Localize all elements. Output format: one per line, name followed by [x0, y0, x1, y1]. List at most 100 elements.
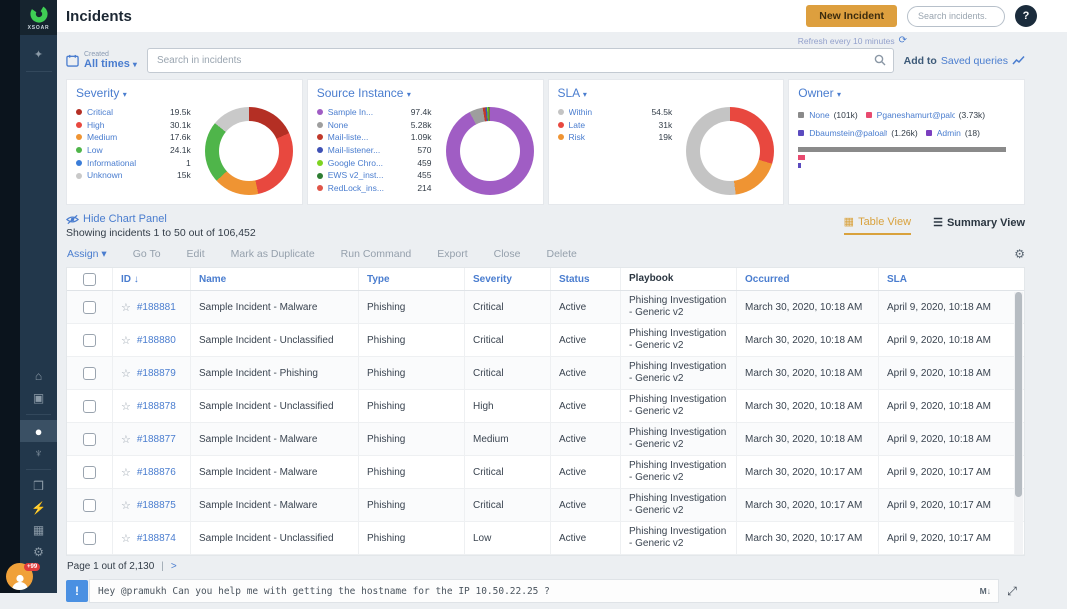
sla-donut[interactable] [686, 107, 774, 195]
severity-chart-title[interactable]: Severity ▾ [76, 86, 293, 100]
help-button[interactable]: ? [1015, 5, 1037, 27]
legend-item[interactable]: Sample In...97.4k [317, 107, 446, 117]
action-export[interactable]: Export [437, 248, 467, 260]
column-header-type[interactable]: Type [359, 268, 465, 290]
pin-button[interactable]: ✦ [26, 35, 52, 72]
table-row[interactable]: ☆#188874Sample Incident - UnclassifiedPh… [67, 522, 1024, 555]
star-icon[interactable]: ☆ [121, 367, 131, 380]
row-checkbox[interactable] [83, 301, 96, 314]
star-icon[interactable]: ☆ [121, 499, 131, 512]
column-header-name[interactable]: Name [191, 268, 359, 290]
legend-item[interactable]: None5.28k [317, 120, 446, 130]
command-input[interactable] [89, 579, 999, 603]
sidebar-item-automation[interactable]: ⚡ [20, 497, 57, 519]
table-row[interactable]: ☆#188879Sample Incident - PhishingPhishi… [67, 357, 1024, 390]
next-page-button[interactable]: > [171, 561, 177, 572]
action-run-command[interactable]: Run Command [341, 248, 412, 260]
sidebar-item-settings[interactable]: ⚙ [20, 541, 57, 563]
sidebar-item-incidents[interactable]: ● [20, 420, 57, 442]
column-header-severity[interactable]: Severity [465, 268, 551, 290]
action-close[interactable]: Close [494, 248, 521, 260]
time-range-filter[interactable]: Created All times ▾ [66, 51, 137, 71]
star-icon[interactable]: ☆ [121, 334, 131, 347]
row-checkbox[interactable] [83, 433, 96, 446]
tab-table-view[interactable]: ▦ Table View [844, 215, 911, 235]
legend-item[interactable]: Low24.1k [76, 145, 205, 155]
sidebar-item-home[interactable]: ⌂ [20, 365, 57, 387]
row-checkbox[interactable] [83, 334, 96, 347]
severity-donut[interactable] [205, 107, 293, 195]
global-search-input[interactable] [907, 6, 1005, 27]
row-checkbox[interactable] [83, 367, 96, 380]
app-logo[interactable]: XSOAR [20, 0, 57, 35]
legend-item[interactable]: Critical19.5k [76, 107, 205, 117]
incident-id-link[interactable]: #188876 [137, 467, 176, 478]
table-scrollbar[interactable] [1014, 292, 1023, 554]
gear-icon[interactable]: ⚙ [1014, 247, 1025, 261]
legend-item[interactable]: Dbaumstein@paloaltonetworks.c...(1.26k) [798, 128, 917, 138]
incident-id-link[interactable]: #188881 [137, 302, 176, 313]
table-row[interactable]: ☆#188876Sample Incident - MalwarePhishin… [67, 456, 1024, 489]
sidebar-item-jobs[interactable]: ▦ [20, 519, 57, 541]
add-to-saved-queries[interactable]: Add to Saved queries [904, 55, 1025, 67]
star-icon[interactable]: ☆ [121, 532, 131, 545]
action-edit[interactable]: Edit [187, 248, 205, 260]
column-header-sla[interactable]: SLA [879, 268, 1024, 290]
row-checkbox[interactable] [83, 532, 96, 545]
table-row[interactable]: ☆#188877Sample Incident - MalwarePhishin… [67, 423, 1024, 456]
scrollbar-thumb[interactable] [1015, 292, 1022, 497]
legend-item[interactable]: Pganeshamurt@paloaltonetworks.c...(3.73k… [866, 110, 985, 120]
legend-item[interactable]: Mail-listener...570 [317, 145, 446, 155]
row-checkbox[interactable] [83, 400, 96, 413]
source-instance-chart-title[interactable]: Source Instance ▾ [317, 86, 534, 100]
new-incident-button[interactable]: New Incident [806, 5, 897, 27]
sidebar-item-war-room[interactable]: ♆ [20, 442, 57, 464]
table-row[interactable]: ☆#188875Sample Incident - MalwarePhishin… [67, 489, 1024, 522]
incident-id-link[interactable]: #188874 [137, 533, 176, 544]
incident-id-link[interactable]: #188878 [137, 401, 176, 412]
table-row[interactable]: ☆#188881Sample Incident - MalwarePhishin… [67, 291, 1024, 324]
sla-chart-title[interactable]: SLA ▾ [558, 86, 775, 100]
incident-id-link[interactable]: #188879 [137, 368, 176, 379]
legend-item[interactable]: Unknown15k [76, 170, 205, 180]
star-icon[interactable]: ☆ [121, 466, 131, 479]
legend-item[interactable]: Medium17.6k [76, 132, 205, 142]
legend-item[interactable]: EWS v2_inst...455 [317, 170, 446, 180]
command-mode-button[interactable]: ! [66, 580, 88, 602]
star-icon[interactable]: ☆ [121, 301, 131, 314]
legend-item[interactable]: High30.1k [76, 120, 205, 130]
column-header-status[interactable]: Status [551, 268, 621, 290]
action-go-to[interactable]: Go To [133, 248, 161, 260]
column-header-playbook[interactable]: Playbook [621, 268, 737, 290]
legend-item[interactable]: Admin(18) [926, 128, 980, 138]
legend-item[interactable]: RedLock_ins...214 [317, 183, 446, 193]
action-delete[interactable]: Delete [547, 248, 577, 260]
row-checkbox[interactable] [83, 466, 96, 479]
sidebar-item-dashboard[interactable]: ▣ [20, 387, 57, 409]
action-assign[interactable]: Assign ▾ [67, 248, 107, 260]
sidebar-item-playbooks[interactable]: ❒ [20, 475, 57, 497]
incident-id-link[interactable]: #188875 [137, 500, 176, 511]
legend-item[interactable]: Risk19k [558, 132, 687, 142]
legend-item[interactable]: None(101k) [798, 110, 857, 120]
star-icon[interactable]: ☆ [121, 433, 131, 446]
markdown-toggle[interactable]: M↓ [980, 586, 991, 596]
star-icon[interactable]: ☆ [121, 400, 131, 413]
expand-icon[interactable]: ⤢ [999, 584, 1025, 599]
incident-id-link[interactable]: #188880 [137, 335, 176, 346]
owner-chart-title[interactable]: Owner ▾ [798, 86, 1015, 100]
tab-summary-view[interactable]: ☰ Summary View [933, 215, 1025, 235]
incident-id-link[interactable]: #188877 [137, 434, 176, 445]
legend-item[interactable]: Google Chro...459 [317, 158, 446, 168]
legend-item[interactable]: Late31k [558, 120, 687, 130]
row-checkbox[interactable] [83, 499, 96, 512]
refresh-icon[interactable]: ⟳ [899, 35, 907, 46]
column-header-id[interactable]: ID ↓ [113, 268, 191, 290]
table-row[interactable]: ☆#188880Sample Incident - UnclassifiedPh… [67, 324, 1024, 357]
legend-item[interactable]: Mail-liste...1.09k [317, 132, 446, 142]
legend-item[interactable]: Informational1 [76, 158, 205, 168]
select-all-checkbox[interactable] [83, 273, 96, 286]
source-instance-donut[interactable] [446, 107, 534, 195]
table-row[interactable]: ☆#188878Sample Incident - UnclassifiedPh… [67, 390, 1024, 423]
incident-search-input[interactable] [147, 48, 894, 73]
